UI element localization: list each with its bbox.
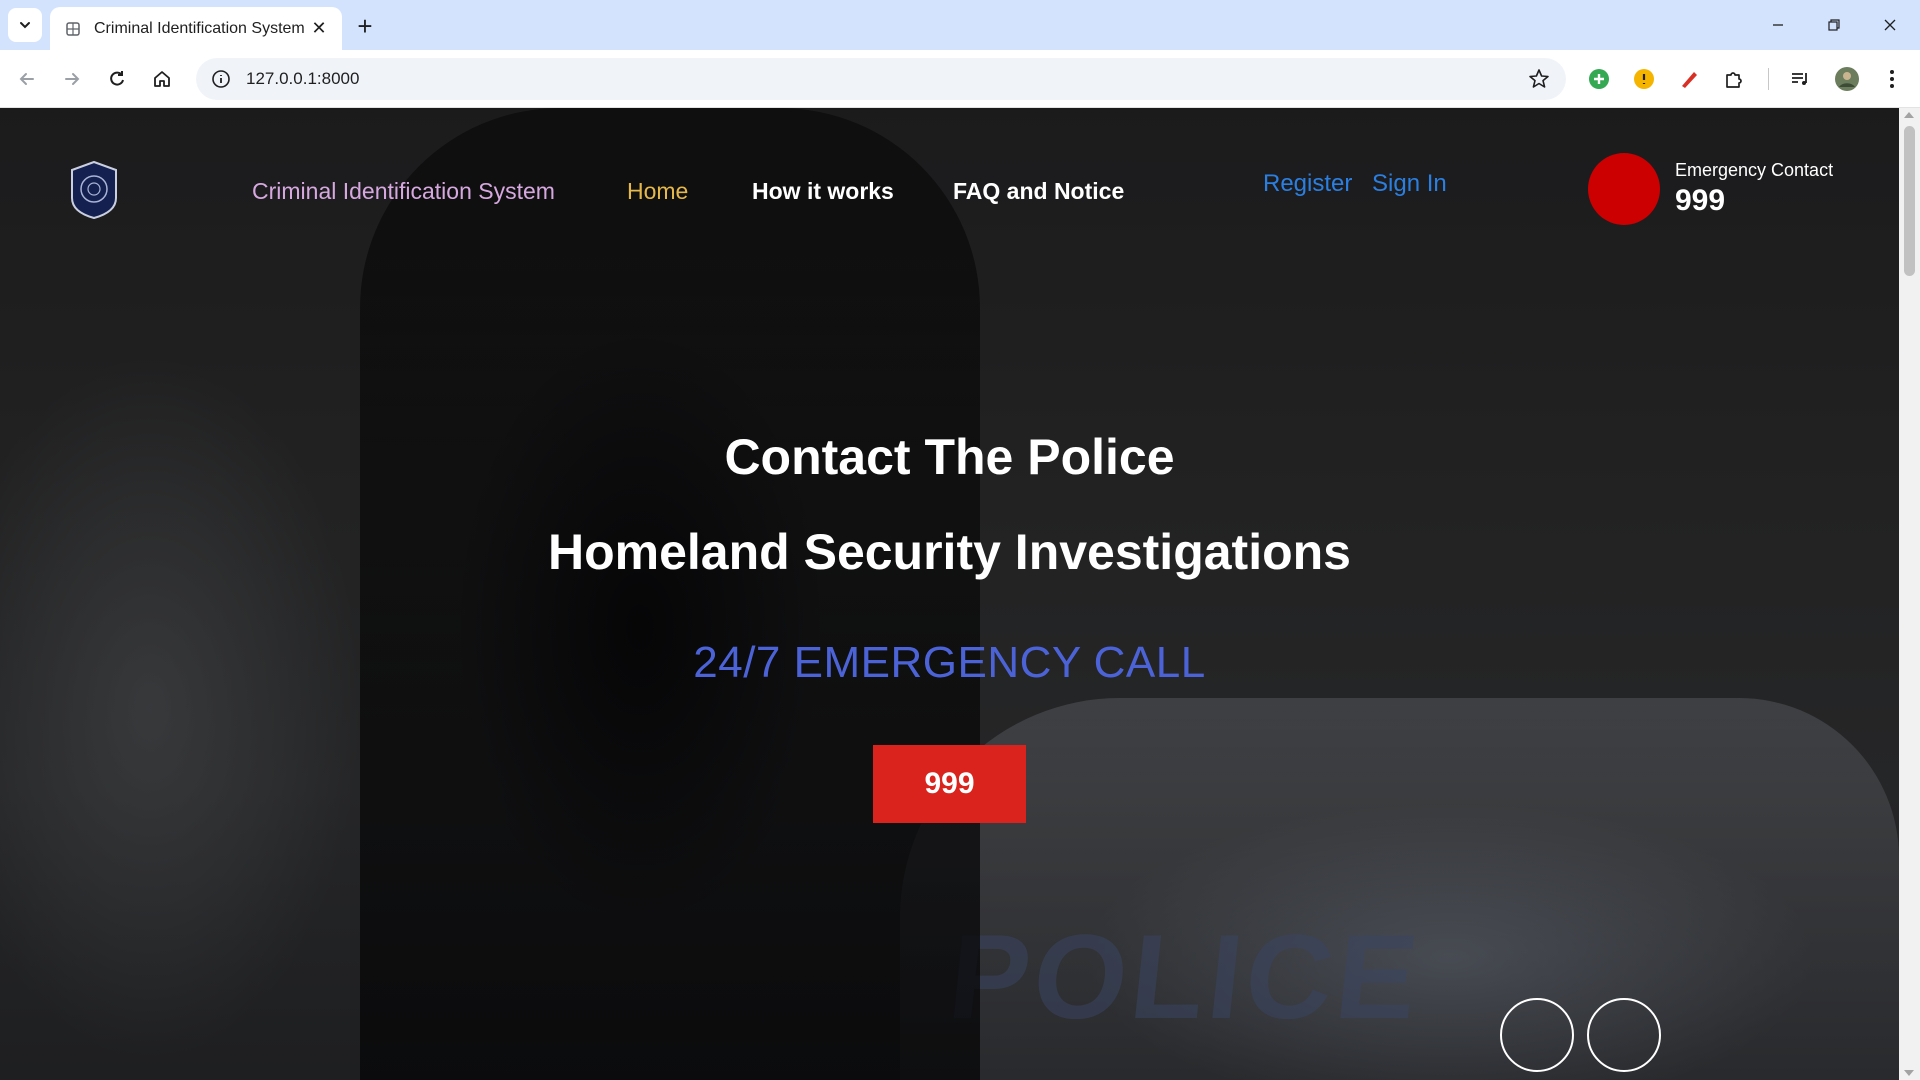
- forward-button[interactable]: [55, 62, 89, 96]
- reload-button[interactable]: [100, 62, 134, 96]
- home-button[interactable]: [145, 62, 179, 96]
- hero-subtitle: Homeland Security Investigations: [548, 524, 1351, 580]
- chevron-down-icon: [20, 22, 30, 29]
- new-tab-button[interactable]: +: [350, 11, 380, 41]
- page-viewport: POLICE Criminal Identification System Ho…: [0, 108, 1920, 1080]
- close-icon: [1884, 19, 1896, 31]
- address-bar[interactable]: 127.0.0.1:8000: [196, 58, 1566, 100]
- emergency-call-tagline: 24/7 EMERGENCY CALL: [693, 638, 1206, 687]
- reload-icon: [110, 71, 124, 86]
- minimize-icon: [1773, 24, 1783, 26]
- url-text[interactable]: 127.0.0.1:8000: [246, 69, 1524, 89]
- scroll-up-icon[interactable]: [1904, 112, 1914, 118]
- nav-how-it-works-link[interactable]: How it works: [752, 178, 894, 205]
- tab-title: Criminal Identification System: [94, 19, 305, 37]
- slider-prev-button[interactable]: [1500, 998, 1574, 1072]
- browser-tab-bar: Criminal Identification System ✕ +: [0, 0, 1920, 50]
- tab-search-button[interactable]: [8, 8, 42, 42]
- slider-next-button[interactable]: [1587, 998, 1661, 1072]
- yellow-extension-icon[interactable]: [1628, 63, 1660, 95]
- toolbar-separator: [1768, 68, 1769, 90]
- profile-avatar-icon[interactable]: [1831, 63, 1863, 95]
- scrollbar-thumb[interactable]: [1904, 126, 1915, 276]
- brand-link[interactable]: Criminal Identification System: [252, 178, 555, 205]
- close-window-button[interactable]: [1862, 0, 1918, 50]
- call-999-button[interactable]: 999: [873, 745, 1026, 823]
- home-icon: [154, 71, 170, 87]
- browser-toolbar: 127.0.0.1:8000: [0, 50, 1920, 108]
- emergency-contact-number: 999: [1675, 184, 1726, 217]
- globe-icon: [64, 20, 82, 38]
- nav-faq-link[interactable]: FAQ and Notice: [953, 178, 1124, 205]
- menu-dots-icon[interactable]: [1876, 63, 1908, 95]
- puzzle-icon[interactable]: [1718, 63, 1750, 95]
- green-plus-extension-icon[interactable]: [1583, 63, 1615, 95]
- restore-button[interactable]: [1806, 0, 1862, 50]
- media-control-icon[interactable]: [1784, 63, 1816, 95]
- nav-home-link[interactable]: Home: [627, 178, 688, 205]
- back-button[interactable]: [10, 62, 44, 96]
- emergency-phone-icon: [1588, 153, 1660, 225]
- browser-tab[interactable]: Criminal Identification System ✕: [50, 7, 342, 50]
- close-tab-icon[interactable]: ✕: [308, 18, 330, 40]
- red-pen-extension-icon[interactable]: [1673, 63, 1705, 95]
- sign-in-link[interactable]: Sign In: [1372, 170, 1447, 198]
- emergency-contact-label: Emergency Contact: [1675, 160, 1834, 180]
- register-link[interactable]: Register: [1263, 170, 1352, 198]
- hero-title: Contact The Police: [724, 429, 1175, 485]
- forward-arrow-icon: [65, 73, 80, 85]
- scroll-down-icon[interactable]: [1904, 1070, 1914, 1076]
- info-icon[interactable]: [210, 68, 232, 90]
- back-arrow-icon: [19, 73, 34, 85]
- restore-icon: [1828, 19, 1840, 31]
- hero-dark-overlay: [0, 108, 1899, 1080]
- police-badge-logo[interactable]: [68, 160, 120, 220]
- page-scrollbar[interactable]: [1899, 108, 1920, 1080]
- minimize-button[interactable]: [1750, 0, 1806, 50]
- star-icon[interactable]: [1524, 64, 1554, 94]
